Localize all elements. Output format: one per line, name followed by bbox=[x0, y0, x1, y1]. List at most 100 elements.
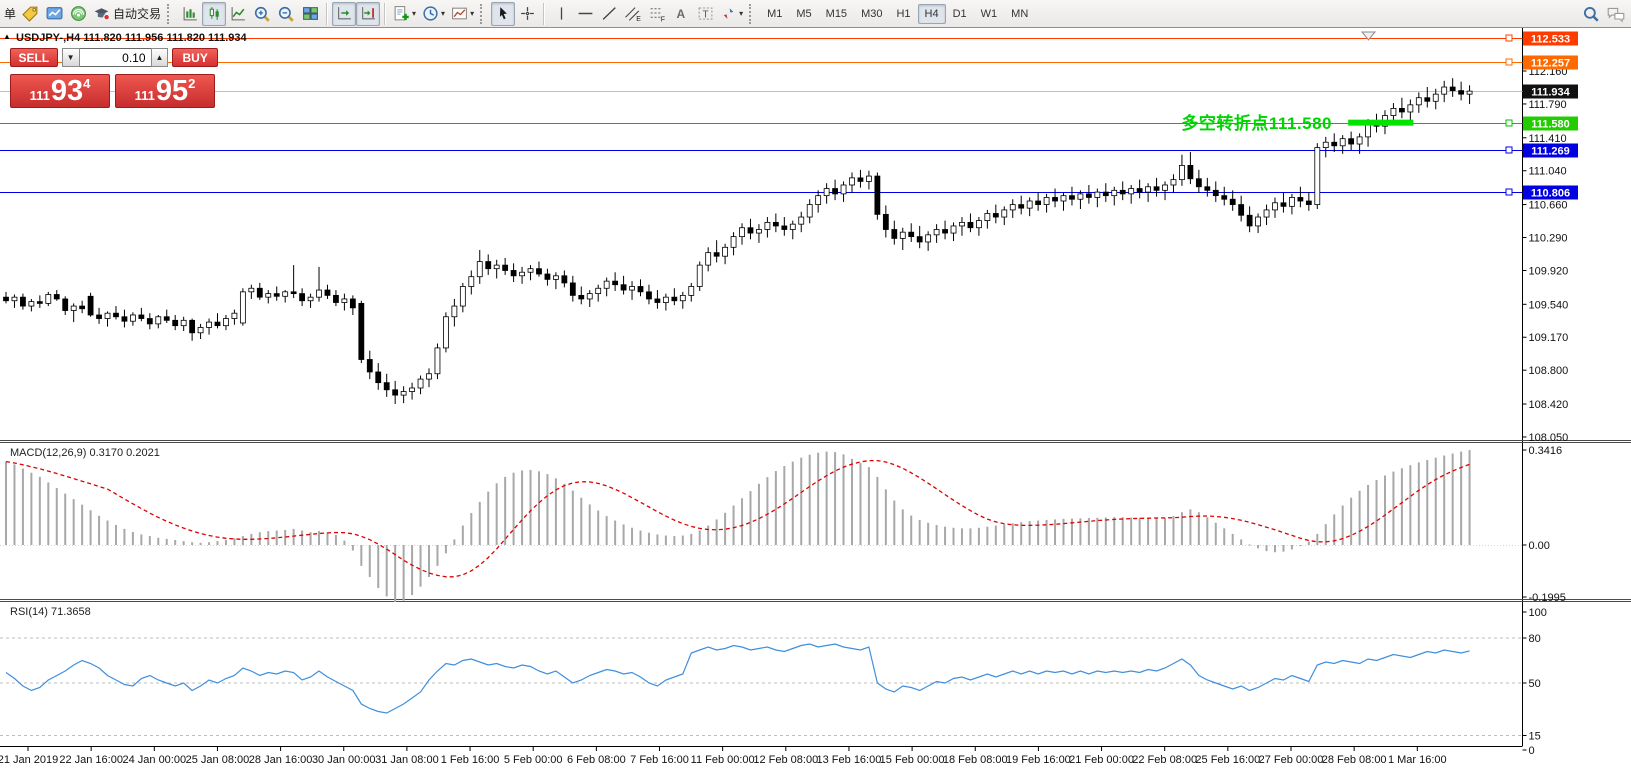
candle-chart-mode-button[interactable] bbox=[202, 1, 227, 26]
toolbar: 单 自动交易 ▾ ▾ ▾ E F A T ▾ M1 M5 M15 M30 H1 … bbox=[0, 0, 1631, 28]
price-chart[interactable]: 112.160111.790111.410111.040110.660110.2… bbox=[0, 28, 1631, 776]
template-icon bbox=[452, 7, 467, 20]
tile-windows-button[interactable] bbox=[298, 2, 322, 26]
search-button[interactable] bbox=[1579, 2, 1603, 26]
vertical-line-tool-button[interactable] bbox=[549, 2, 573, 26]
volume-decrease-button[interactable]: ▼ bbox=[61, 48, 80, 67]
macd-signal-line bbox=[5, 459, 1470, 578]
text-glyph: A bbox=[677, 7, 686, 21]
chart-shift-button[interactable] bbox=[356, 1, 381, 26]
vertical-line-icon bbox=[560, 7, 562, 20]
date-label: 6 Feb 08:00 bbox=[567, 754, 626, 766]
bar-chart-mode-button[interactable] bbox=[178, 2, 202, 26]
timeframe-mn-button[interactable]: MN bbox=[1004, 4, 1035, 24]
timeframe-toolbar: M1 M5 M15 M30 H1 H4 D1 W1 MN bbox=[760, 3, 1035, 24]
auto-scroll-icon bbox=[337, 7, 351, 20]
sell-price-display[interactable]: 111 93 4 bbox=[10, 74, 110, 108]
text-tool-button[interactable]: A bbox=[669, 2, 693, 26]
svg-text:111.790: 111.790 bbox=[1529, 99, 1567, 111]
chat-bubbles-icon bbox=[1607, 7, 1625, 23]
pivot-highlight-segment[interactable] bbox=[1348, 119, 1414, 126]
search-icon bbox=[1583, 6, 1599, 22]
horizontal-line-icon bbox=[578, 12, 592, 15]
timeframe-m5-button[interactable]: M5 bbox=[789, 4, 818, 24]
timeframe-h1-button[interactable]: H1 bbox=[889, 4, 917, 24]
chart-title: USDJPY-,H4 111.820 111.956 111.820 111.9… bbox=[16, 32, 247, 44]
chevron-down-icon: ▾ bbox=[412, 9, 417, 18]
toolbar-grip[interactable] bbox=[167, 3, 174, 24]
templates-button[interactable]: ▾ bbox=[448, 2, 477, 26]
indicators-button[interactable]: ▾ bbox=[390, 2, 419, 26]
svg-text:110.290: 110.290 bbox=[1529, 233, 1568, 245]
toolbar-grip[interactable] bbox=[749, 3, 756, 24]
timeframe-m15-button[interactable]: M15 bbox=[819, 4, 854, 24]
text-label-tool-button[interactable]: T bbox=[693, 2, 717, 26]
toolbar-separator bbox=[543, 2, 546, 25]
date-label: 28 Jan 16:00 bbox=[249, 754, 313, 766]
date-label: 25 Feb 16:00 bbox=[1195, 754, 1260, 766]
date-label: 15 Feb 00:00 bbox=[880, 754, 945, 766]
date-label: 25 Jan 08:00 bbox=[186, 754, 250, 766]
panel-collapse-icon[interactable]: ▲ bbox=[3, 33, 11, 41]
buy-price-display[interactable]: 111 95 2 bbox=[115, 74, 215, 108]
svg-text:111.269: 111.269 bbox=[1531, 146, 1570, 158]
autotrade-button[interactable]: 自动交易 bbox=[90, 2, 164, 26]
zoom-out-button[interactable] bbox=[274, 2, 298, 26]
pivot-annotation[interactable]: 多空转折点111.580 bbox=[1032, 109, 1332, 134]
timeframe-w1-button[interactable]: W1 bbox=[974, 4, 1005, 24]
date-label: 1 Mar 16:00 bbox=[1388, 754, 1447, 766]
fibonacci-tool-button[interactable]: F bbox=[645, 2, 669, 26]
toolbar-left-label: 单 bbox=[4, 7, 17, 21]
auto-scroll-button[interactable] bbox=[332, 1, 357, 26]
svg-text:111.934: 111.934 bbox=[1531, 87, 1570, 99]
macd-histogram bbox=[5, 450, 1471, 602]
new-order-button[interactable] bbox=[18, 2, 42, 26]
level-handle[interactable] bbox=[1505, 34, 1513, 42]
svg-text:109.540: 109.540 bbox=[1529, 299, 1569, 311]
svg-text:80: 80 bbox=[1529, 633, 1541, 645]
line-chart-mode-button[interactable] bbox=[226, 2, 250, 26]
level-handle[interactable] bbox=[1505, 119, 1513, 127]
sell-button[interactable]: SELL bbox=[10, 48, 58, 67]
volume-input[interactable] bbox=[79, 48, 151, 67]
chat-button[interactable] bbox=[1603, 2, 1629, 26]
sell-price-point: 4 bbox=[83, 76, 91, 91]
svg-text:109.920: 109.920 bbox=[1529, 265, 1569, 277]
timeframe-d1-button[interactable]: D1 bbox=[946, 4, 974, 24]
level-handle[interactable] bbox=[1505, 188, 1513, 196]
indicator-list-icon bbox=[394, 6, 409, 21]
level-lines: 112.533 112.257 111.934 111.580 111.269 110.8… bbox=[0, 31, 1578, 200]
horizontal-line-tool-button[interactable] bbox=[573, 2, 597, 26]
macd-label: MACD(12,26,9) 0.3170 0.2021 bbox=[10, 447, 160, 459]
level-handle[interactable] bbox=[1505, 146, 1513, 154]
date-label: 30 Jan 00:00 bbox=[312, 754, 376, 766]
timeframe-m30-button[interactable]: M30 bbox=[854, 4, 889, 24]
svg-text:110.660: 110.660 bbox=[1529, 200, 1568, 212]
text-label-icon: T bbox=[698, 7, 712, 20]
crosshair-tool-button[interactable] bbox=[515, 2, 539, 26]
trendline-tool-button[interactable] bbox=[597, 2, 621, 26]
equidistant-channel-icon: E bbox=[625, 7, 641, 22]
periods-button[interactable]: ▾ bbox=[419, 2, 448, 26]
zoom-in-icon bbox=[254, 6, 270, 22]
svg-text:-0.1995: -0.1995 bbox=[1529, 592, 1566, 604]
date-label: 28 Feb 08:00 bbox=[1322, 754, 1387, 766]
channel-tool-button[interactable]: E bbox=[621, 2, 645, 26]
chevron-down-icon: ▾ bbox=[441, 9, 446, 18]
arrows-tool-button[interactable]: ▾ bbox=[717, 2, 746, 26]
svg-text:110.806: 110.806 bbox=[1531, 188, 1570, 200]
cursor-tool-button[interactable] bbox=[491, 1, 516, 26]
timeframe-m1-button[interactable]: M1 bbox=[760, 4, 789, 24]
market-watch-button[interactable] bbox=[42, 2, 66, 26]
timeframe-h4-button[interactable]: H4 bbox=[917, 3, 946, 24]
toolbar-grip[interactable] bbox=[480, 3, 487, 24]
level-handle[interactable] bbox=[1505, 58, 1513, 66]
line-chart-icon bbox=[231, 7, 245, 21]
volume-increase-button[interactable]: ▲ bbox=[150, 48, 169, 67]
zoom-in-button[interactable] bbox=[250, 2, 274, 26]
buy-price-point: 2 bbox=[188, 76, 196, 91]
autotrade-label: 自动交易 bbox=[113, 7, 162, 21]
buy-button[interactable]: BUY bbox=[172, 48, 219, 67]
signals-button[interactable] bbox=[66, 2, 90, 26]
rsi-pane: 100 80 50 15 0 bbox=[0, 607, 1547, 757]
